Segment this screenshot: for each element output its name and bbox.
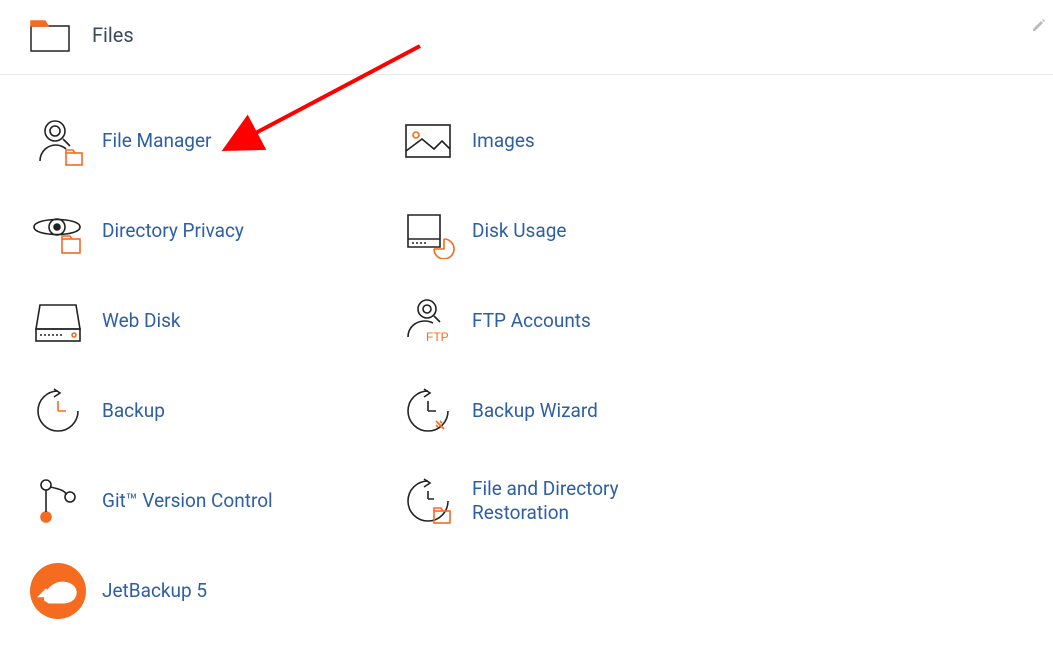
tool-label: FTP Accounts — [462, 309, 591, 333]
files-panel: Files File Manager — [0, 0, 1053, 649]
backup-icon — [30, 383, 92, 439]
git-icon — [30, 473, 92, 529]
folder-icon — [30, 18, 70, 52]
tool-disk-usage[interactable]: Disk Usage — [400, 203, 740, 259]
tool-file-restoration[interactable]: File and Directory Restoration — [400, 473, 740, 529]
panel-header: Files — [0, 0, 1053, 75]
panel-title: Files — [92, 23, 134, 47]
disk-usage-icon — [400, 203, 462, 259]
ftp-accounts-icon: FTP — [400, 293, 462, 349]
tool-label: Directory Privacy — [92, 219, 244, 243]
tool-backup-wizard[interactable]: Backup Wizard — [400, 383, 740, 439]
jetbackup-icon — [30, 563, 92, 619]
tool-images[interactable]: Images — [400, 113, 740, 169]
images-icon — [400, 113, 462, 169]
tool-jetbackup[interactable]: JetBackup 5 — [30, 563, 370, 619]
tool-label: Images — [462, 129, 535, 153]
tool-label: Backup — [92, 399, 165, 423]
tool-web-disk[interactable]: Web Disk — [30, 293, 370, 349]
tool-file-manager[interactable]: File Manager — [30, 113, 370, 169]
tool-label: Git™ Version Control — [92, 489, 273, 513]
tool-label: Web Disk — [92, 309, 181, 333]
tool-backup[interactable]: Backup — [30, 383, 370, 439]
tools-grid: File Manager Images — [0, 75, 1053, 649]
tool-ftp-accounts[interactable]: FTP FTP Accounts — [400, 293, 740, 349]
directory-privacy-icon — [30, 203, 92, 259]
file-restoration-icon — [400, 473, 462, 529]
pencil-icon[interactable] — [1031, 16, 1045, 30]
tool-label: Disk Usage — [462, 219, 566, 243]
tool-label: File Manager — [92, 129, 211, 153]
tool-directory-privacy[interactable]: Directory Privacy — [30, 203, 370, 259]
tool-label: JetBackup 5 — [92, 579, 207, 603]
tool-git-version-control[interactable]: Git™ Version Control — [30, 473, 370, 529]
file-manager-icon — [30, 113, 92, 169]
web-disk-icon — [30, 293, 92, 349]
svg-text:FTP: FTP — [426, 330, 449, 344]
backup-wizard-icon — [400, 383, 462, 439]
tool-label: Backup Wizard — [462, 399, 598, 423]
tool-label: File and Directory Restoration — [462, 477, 682, 525]
